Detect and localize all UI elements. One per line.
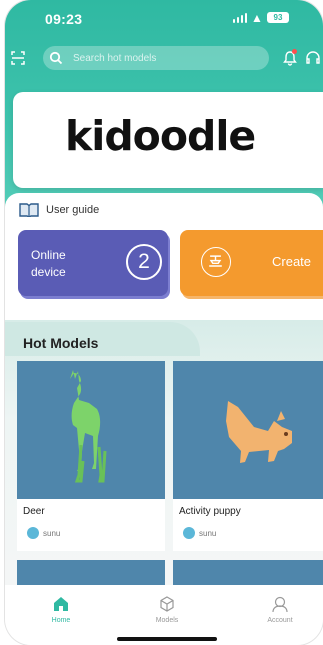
search-row [5,46,323,72]
scan-icon[interactable] [11,51,25,65]
tab-account[interactable]: Account [250,595,310,624]
promo-banner[interactable]: kidoodle [13,92,323,188]
tab-account-label: Account [267,617,293,624]
avatar [27,527,39,539]
online-device-tile[interactable]: Online device 2 [18,230,168,296]
home-indicator [117,637,217,641]
deer-model-icon [70,370,107,483]
account-icon [272,596,288,613]
model-image [173,361,323,499]
quick-actions-card: User guide Online device 2 Create [5,193,323,333]
author-name: sunu [43,528,61,538]
signal-icon [233,13,247,23]
create-tile[interactable]: Create [180,230,323,296]
home-icon [54,597,68,611]
user-guide-link[interactable]: User guide [19,203,99,217]
model-name: Deer [23,506,45,517]
notification-dot [292,49,297,54]
book-icon [19,203,39,217]
model-author: sunu [179,527,216,539]
model-card-deer[interactable]: Deer sunu [17,361,165,551]
tab-models[interactable]: Models [137,595,197,624]
phone-screen: 09:23 ▲ 93 kidoodle [5,0,323,645]
bottom-tab-bar: Home Models Account [5,585,323,645]
hot-models-title: Hot Models [23,335,99,351]
tab-models-label: Models [155,617,179,624]
headset-icon[interactable] [305,50,321,66]
printer-icon [201,247,231,277]
model-card-activity-puppy[interactable]: Activity puppy sunu [173,361,323,551]
model-image [17,361,165,499]
cube-icon [160,596,174,612]
wifi-icon: ▲ [251,11,263,25]
status-bar: 09:23 ▲ 93 [5,0,323,36]
search-input[interactable] [73,52,253,64]
puppy-model-icon [226,401,292,463]
online-device-label: Online device [31,248,66,279]
online-device-count: 2 [126,244,162,280]
tab-home-label: Home [51,617,71,624]
author-name: sunu [199,528,217,538]
create-label: Create [272,254,312,269]
user-guide-label: User guide [46,204,100,216]
model-author: sunu [23,527,60,539]
brand-logo: kidoodle [65,112,256,160]
avatar [183,527,195,539]
search-icon [49,51,63,65]
model-name: Activity puppy [179,506,241,517]
battery-icon: 93 [267,12,289,23]
status-time: 09:23 [45,11,83,27]
search-bar[interactable] [43,46,269,70]
tab-home[interactable]: Home [31,595,91,624]
